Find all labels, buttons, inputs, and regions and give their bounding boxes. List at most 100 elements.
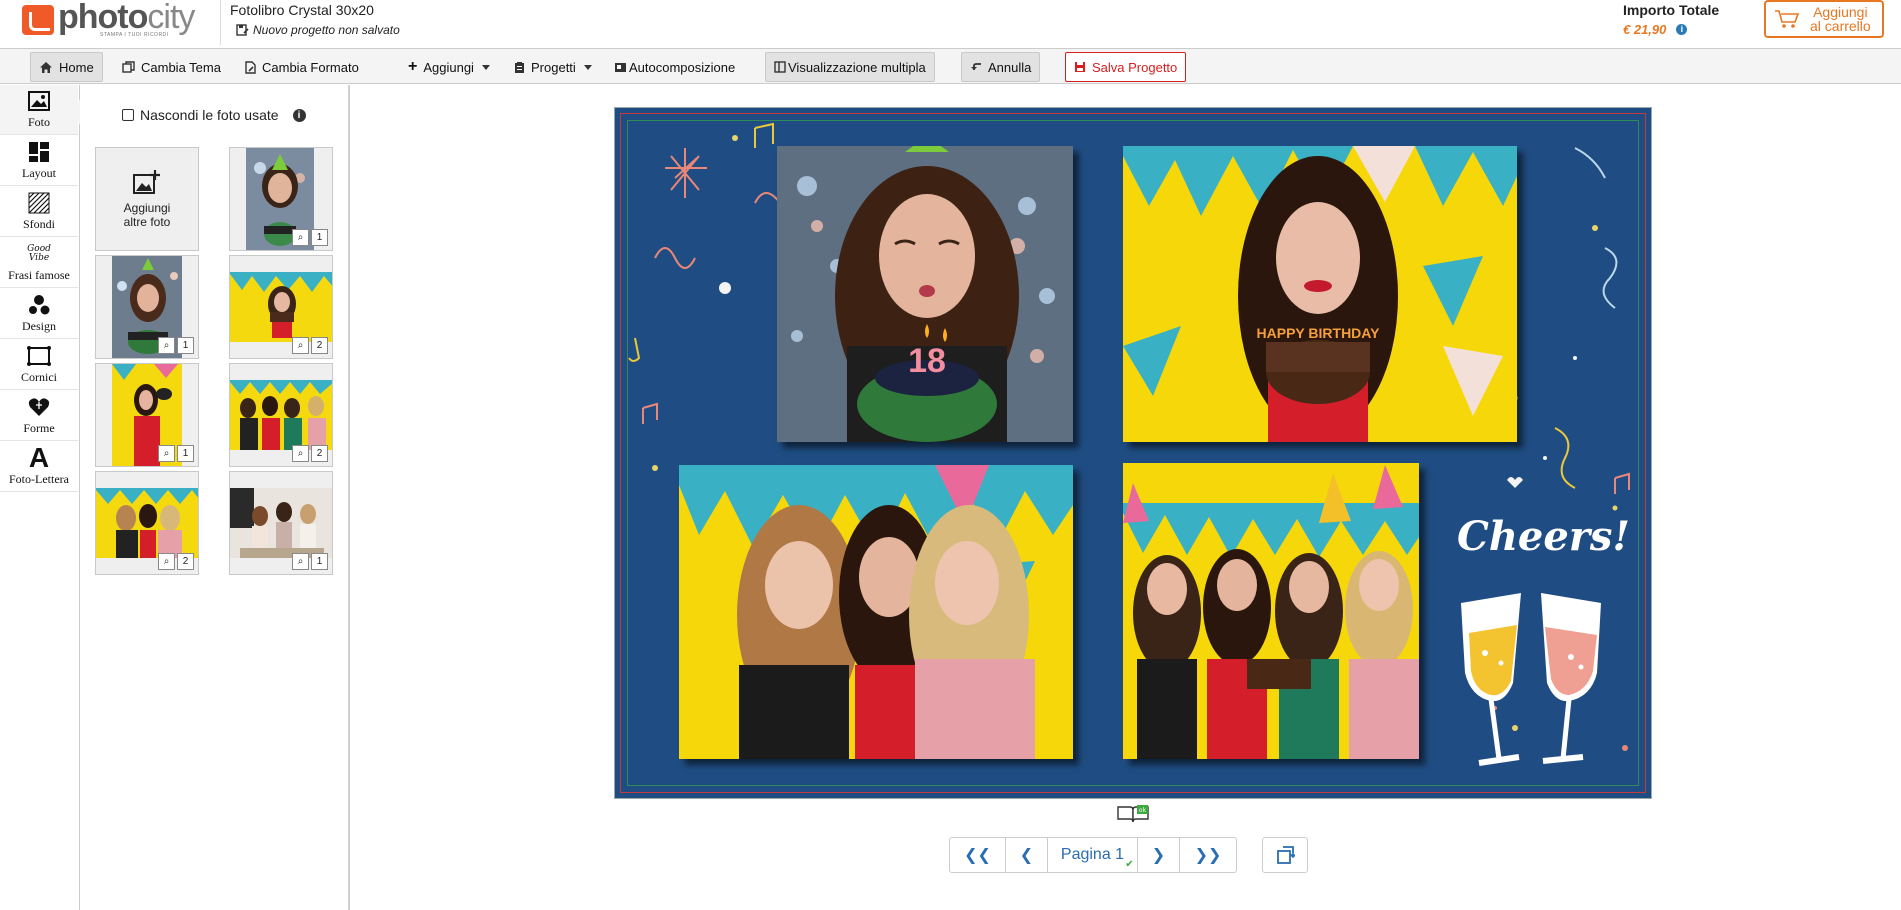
usage-count: 1 xyxy=(177,445,194,462)
photo-icon xyxy=(27,89,51,113)
photo-thumb[interactable]: ⌕ 1 xyxy=(95,363,199,467)
photo-thumb[interactable]: ⌕ 2 xyxy=(95,471,199,575)
usage-count: 1 xyxy=(177,337,194,354)
hide-used-photos-toggle[interactable]: Nascondi le foto usate i xyxy=(122,107,306,123)
top-header: photocity STAMPA I TUOI RICORDI Fotolibr… xyxy=(0,0,1901,48)
photo-slot-4[interactable] xyxy=(1123,463,1419,759)
photo-thumb[interactable]: ⌕ 2 xyxy=(229,255,333,359)
format-icon xyxy=(245,60,256,74)
photo-usage-tag: ⌕ 1 xyxy=(292,553,328,570)
cheers-clipart[interactable]: Cheers! xyxy=(1451,513,1631,783)
page-navigator: ❮❮ ❮ Pagina 1 ✔ ❯ ❯❯ xyxy=(949,837,1237,873)
hide-used-checkbox[interactable] xyxy=(122,109,134,121)
photo-panel: Nascondi le foto usate i Aggiungi altre f… xyxy=(80,85,350,910)
add-more-label: Aggiungi altre foto xyxy=(123,201,171,229)
frame-icon xyxy=(27,344,51,368)
quote-icon: Good Vibe xyxy=(27,244,51,263)
layout-icon xyxy=(27,140,51,164)
zoom-icon[interactable]: ⌕ xyxy=(292,445,309,462)
photo-thumb[interactable]: ⌕ 2 xyxy=(229,363,333,467)
add-to-cart-label: Aggiungi al carrello xyxy=(1810,4,1871,34)
plus-icon: + xyxy=(408,58,418,75)
album-page[interactable]: 18 HAPPY BIRTHDAY Cheers! xyxy=(614,107,1652,799)
projects-menu-button[interactable]: Progetti xyxy=(506,52,600,82)
autocompose-button[interactable]: Autocomposizione xyxy=(606,52,743,82)
zoom-icon[interactable]: ⌕ xyxy=(292,337,309,354)
photo-friends-hugging xyxy=(679,465,1073,759)
page-options-button[interactable] xyxy=(1262,837,1308,873)
header-divider xyxy=(220,0,221,45)
undo-button[interactable]: Annulla xyxy=(961,52,1041,82)
photo-girl-holding-cake: HAPPY BIRTHDAY xyxy=(1123,146,1517,442)
save-project-button[interactable]: Salva Progetto xyxy=(1065,52,1187,82)
sidebar-item-forme[interactable]: Forme xyxy=(0,391,78,441)
zoom-icon[interactable]: ⌕ xyxy=(292,229,309,246)
zoom-icon[interactable]: ⌕ xyxy=(292,553,309,570)
logo-tagline: STAMPA I TUOI RICORDI xyxy=(100,32,169,38)
sidebar-item-sfondi[interactable]: Sfondi xyxy=(0,187,78,237)
usage-count: 2 xyxy=(177,553,194,570)
zoom-icon[interactable]: ⌕ xyxy=(158,445,175,462)
project-status: Nuovo progetto non salvato xyxy=(236,23,400,37)
change-format-button[interactable]: Cambia Formato xyxy=(236,52,367,82)
total-value: € 21,90 i xyxy=(1623,22,1688,37)
photo-usage-tag: ⌕ 2 xyxy=(292,337,328,354)
heart-shape-icon xyxy=(27,395,51,419)
add-to-cart-button[interactable]: Aggiungi al carrello xyxy=(1764,0,1884,38)
cart-icon xyxy=(1775,10,1800,28)
undo-icon xyxy=(971,63,981,70)
unsaved-icon xyxy=(236,24,249,36)
sidebar-item-design[interactable]: Design xyxy=(0,289,78,339)
photo-slot-3[interactable] xyxy=(679,465,1073,759)
sidebar-item-frasi-famose[interactable]: Good Vibe Frasi famose xyxy=(0,238,78,288)
photo-usage-tag: ⌕ 1 xyxy=(158,445,194,462)
first-page-icon: ❮❮ xyxy=(964,847,991,864)
photocity-logo[interactable]: photocity STAMPA I TUOI RICORDI xyxy=(20,0,220,42)
cake-sign: HAPPY BIRTHDAY xyxy=(1257,325,1381,341)
add-more-photos-button[interactable]: Aggiungi altre foto xyxy=(95,147,199,251)
theme-icon xyxy=(122,60,135,73)
photo-thumb[interactable]: ⌕ 1 xyxy=(229,471,333,575)
total-label: Importo Totale xyxy=(1623,2,1720,18)
info-icon[interactable]: i xyxy=(1676,24,1688,35)
zoom-icon[interactable]: ⌕ xyxy=(158,337,175,354)
photo-girl-blowing-candles: 18 xyxy=(777,146,1073,442)
autocompose-icon xyxy=(615,62,626,72)
project-title: Fotolibro Crystal 30x20 xyxy=(230,2,374,18)
photo-thumb[interactable]: ⌕ 1 xyxy=(95,255,199,359)
add-menu-button[interactable]: + Aggiungi xyxy=(400,52,498,82)
logo-mark-icon xyxy=(22,5,54,35)
photo-usage-tag: ⌕ 2 xyxy=(292,445,328,462)
sidebar-item-foto-lettera[interactable]: A Foto-Lettera xyxy=(0,442,78,492)
photo-slot-1[interactable]: 18 xyxy=(777,146,1073,442)
photo-usage-tag: ⌕ 2 xyxy=(158,553,194,570)
save-icon xyxy=(1075,62,1085,72)
usage-count: 2 xyxy=(311,337,328,354)
info-icon[interactable]: i xyxy=(292,108,306,122)
chevron-down-icon xyxy=(583,64,592,70)
last-page-button[interactable]: ❯❯ xyxy=(1180,838,1236,872)
columns-icon xyxy=(774,61,786,73)
sidebar-item-foto[interactable]: Foto xyxy=(0,85,78,135)
change-theme-button[interactable]: Cambia Tema xyxy=(114,52,229,82)
last-page-icon: ❯❯ xyxy=(1194,847,1222,864)
previous-page-button[interactable]: ❮ xyxy=(1006,838,1048,872)
letter-icon: A xyxy=(28,442,50,473)
photo-thumb[interactable]: ⌕ 1 xyxy=(229,147,333,251)
next-page-button[interactable]: ❯ xyxy=(1138,838,1180,872)
zoom-icon[interactable]: ⌕ xyxy=(158,553,175,570)
first-page-button[interactable]: ❮❮ xyxy=(950,838,1006,872)
sidebar-item-layout[interactable]: Layout xyxy=(0,136,78,186)
photo-friends-with-cake xyxy=(1123,463,1419,759)
project-status-text: Nuovo progetto non salvato xyxy=(253,23,400,37)
home-button[interactable]: Home xyxy=(30,52,103,82)
multi-view-button[interactable]: Visualizzazione multipla xyxy=(765,52,935,82)
page-label: Pagina 1 xyxy=(1060,846,1125,863)
check-icon: ✔ xyxy=(1125,858,1134,870)
photo-usage-tag: ⌕ 1 xyxy=(292,229,328,246)
page-status-icon: ok xyxy=(1116,804,1150,829)
sidebar-item-cornici[interactable]: Cornici xyxy=(0,340,78,390)
background-icon xyxy=(27,191,51,215)
photo-slot-2[interactable]: HAPPY BIRTHDAY xyxy=(1123,146,1517,442)
chevron-down-icon xyxy=(481,64,490,70)
